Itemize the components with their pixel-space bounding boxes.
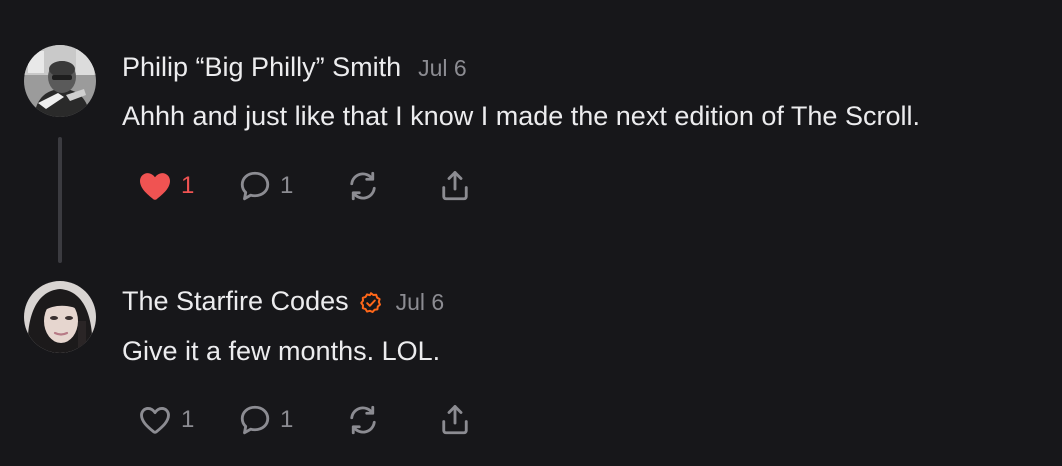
reply-button[interactable]: 1 xyxy=(237,400,293,440)
share-button[interactable] xyxy=(437,400,473,440)
like-count: 1 xyxy=(181,172,195,199)
comment-date[interactable]: Jul 6 xyxy=(396,289,445,316)
restack-button[interactable] xyxy=(345,166,381,206)
reply-button[interactable]: 1 xyxy=(237,166,293,206)
share-icon xyxy=(442,405,468,435)
reply-count: 1 xyxy=(280,406,294,433)
avatar-image xyxy=(24,45,96,117)
comment-bubble-icon xyxy=(240,171,270,201)
heart-icon xyxy=(140,407,170,434)
like-count: 1 xyxy=(181,406,195,433)
comment-actions: 1 1 xyxy=(136,166,496,206)
restack-icon xyxy=(350,405,376,435)
avatar-philip[interactable] xyxy=(24,45,96,117)
reply-count: 1 xyxy=(280,172,294,199)
author-name[interactable]: Philip “Big Philly” Smith xyxy=(122,52,401,83)
comment-header: Philip “Big Philly” Smith Jul 6 xyxy=(122,52,467,83)
restack-button[interactable] xyxy=(345,400,381,440)
comment-actions: 1 1 xyxy=(136,400,496,440)
restack-icon xyxy=(350,171,376,201)
heart-icon xyxy=(140,173,170,200)
comment-text: Give it a few months. LOL. xyxy=(122,336,441,366)
thread-line xyxy=(58,137,62,263)
verified-badge-icon xyxy=(359,291,383,315)
author-name[interactable]: The Starfire Codes xyxy=(122,286,349,317)
like-button[interactable]: 1 xyxy=(136,400,194,440)
avatar-starfire[interactable] xyxy=(24,281,96,353)
comment-bubble-icon xyxy=(240,405,270,435)
comment-header: The Starfire Codes Jul 6 xyxy=(122,286,444,317)
comment-text: Ahhh and just like that I know I made th… xyxy=(122,101,920,131)
avatar-image xyxy=(24,281,96,353)
comment-date[interactable]: Jul 6 xyxy=(418,55,467,82)
share-button[interactable] xyxy=(437,166,473,206)
share-icon xyxy=(442,171,468,201)
like-button[interactable]: 1 xyxy=(136,166,194,206)
